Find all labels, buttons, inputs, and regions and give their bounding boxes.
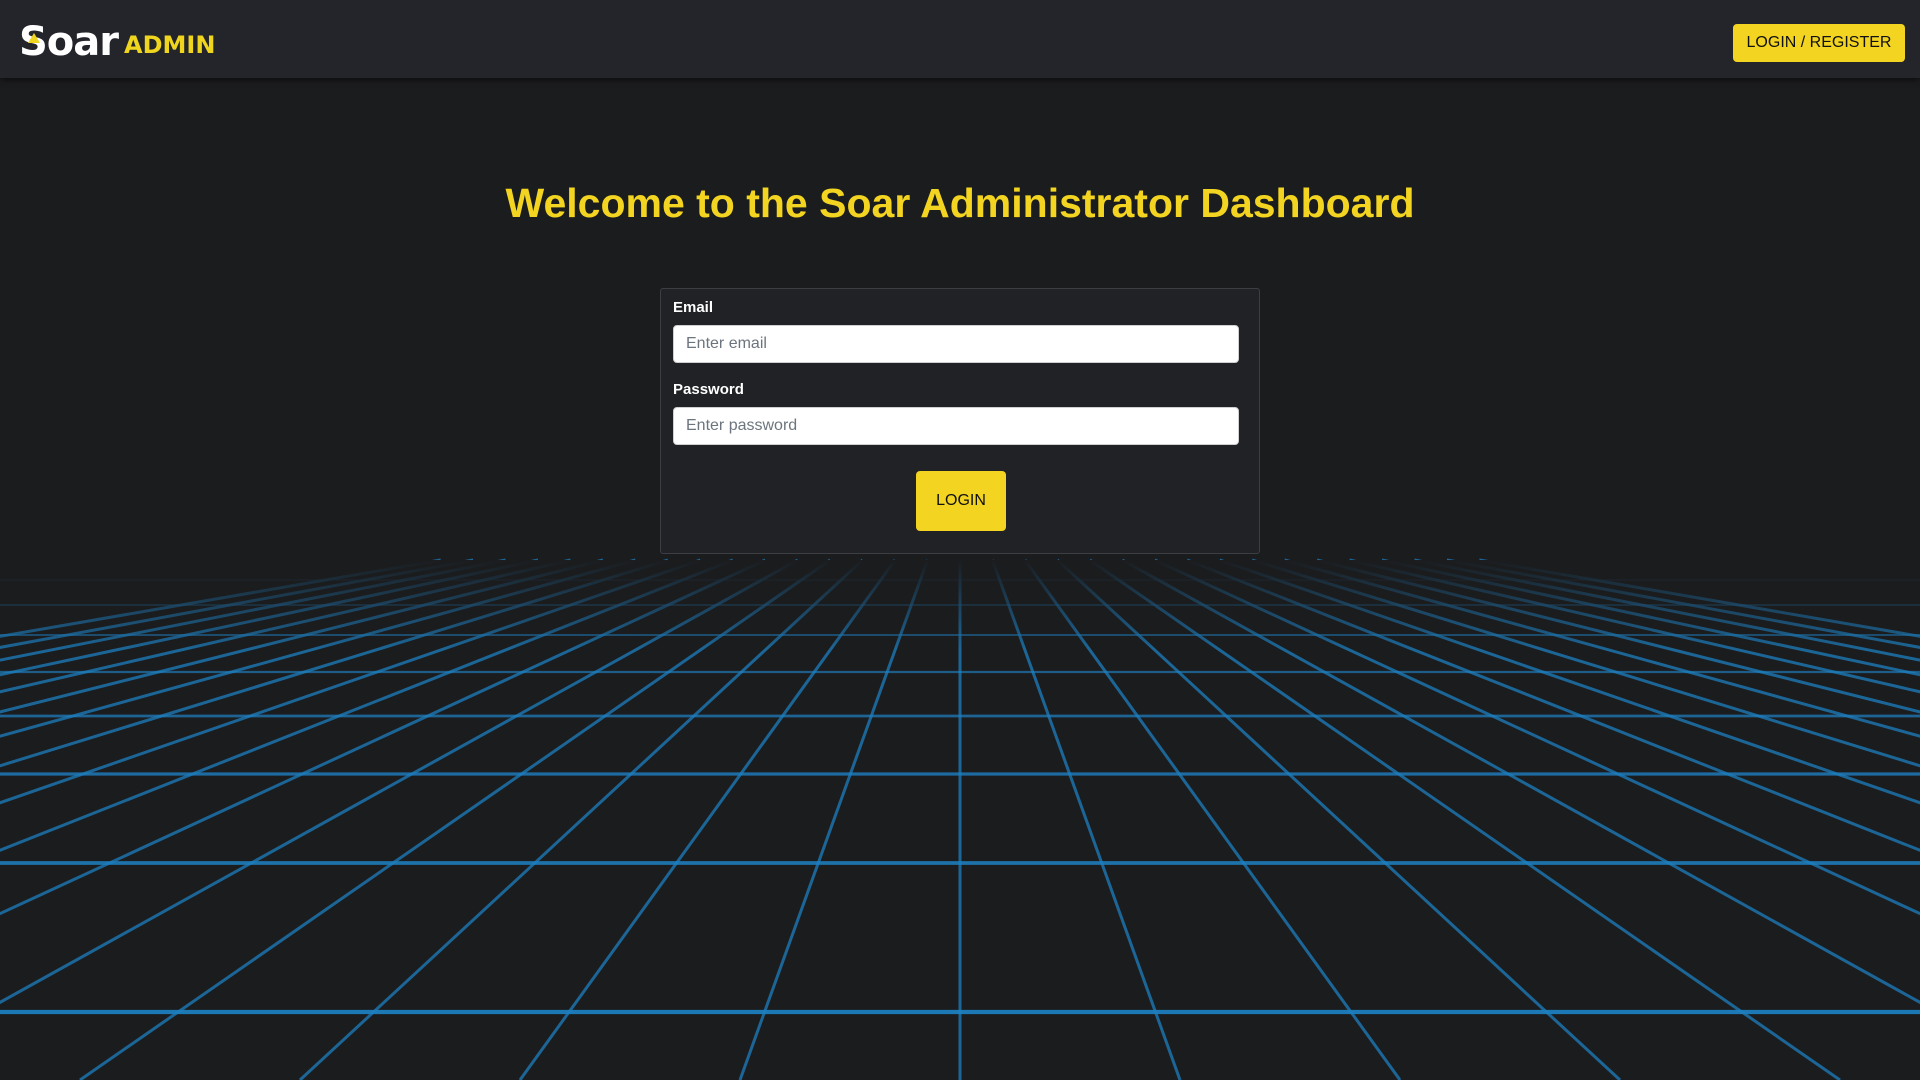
soar-admin-logo[interactable]: Soar ADMIN: [19, 20, 216, 62]
page: Soar ADMIN LOGIN / REGISTER Welcome to t…: [0, 0, 1920, 1080]
login-form: Email Password LOGIN: [660, 288, 1260, 554]
page-title: Welcome to the Soar Administrator Dashbo…: [505, 180, 1415, 226]
logo-triangle-icon: [28, 33, 40, 43]
email-label: Email: [673, 299, 714, 316]
password-input[interactable]: [673, 407, 1239, 445]
email-input[interactable]: [673, 325, 1239, 363]
logo-subtitle: ADMIN: [124, 31, 216, 59]
top-navbar: Soar ADMIN LOGIN / REGISTER: [0, 0, 1920, 78]
password-label: Password: [673, 381, 744, 398]
login-register-button[interactable]: LOGIN / REGISTER: [1733, 24, 1905, 62]
login-submit-button[interactable]: LOGIN: [916, 471, 1006, 531]
